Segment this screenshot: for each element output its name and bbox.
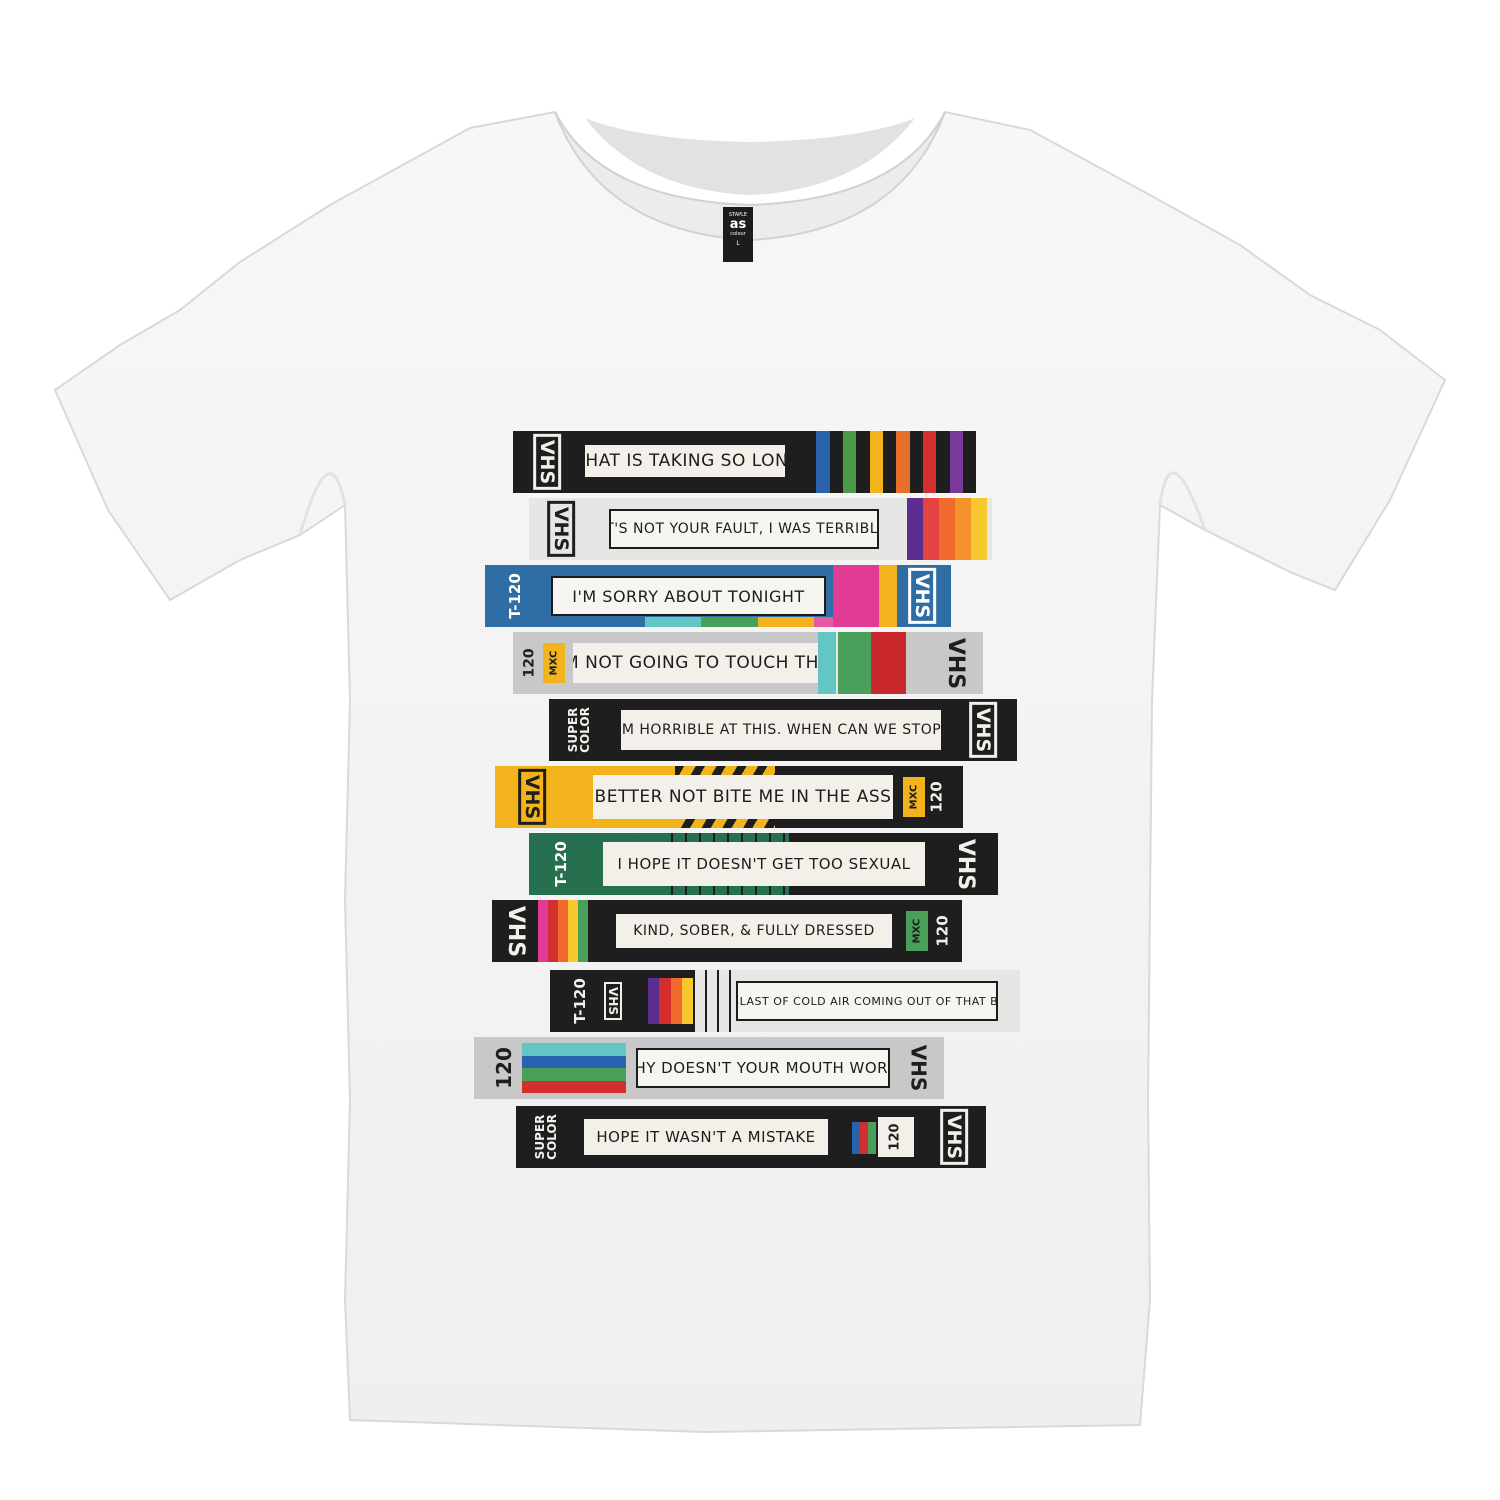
- pinstripes: [695, 970, 735, 1032]
- vhs-logo: VHS: [537, 498, 585, 560]
- tape-label: I'M HORRIBLE AT THIS. WHEN CAN WE STOP?: [621, 710, 941, 750]
- vhs-tape-10: 120 WHY DOESN'T YOUR MOUTH WORK? VHS: [474, 1037, 944, 1099]
- stripe-green: [838, 632, 873, 694]
- tape-code: 120: [878, 1117, 914, 1157]
- tape-code: 120: [521, 648, 538, 678]
- stripe-pink: [833, 565, 879, 627]
- tape-label: A BLAST OF COLD AIR COMING OUT OF THAT B…: [736, 981, 998, 1021]
- stripe-teal: [818, 632, 836, 694]
- tape-label: I'M NOT GOING TO TOUCH THAT: [573, 643, 821, 683]
- vhs-logo: VHS: [523, 431, 571, 493]
- vhs-tape-5: SUPER COLOR I'M HORRIBLE AT THIS. WHEN C…: [549, 699, 1017, 761]
- tape-code: T-120: [505, 573, 524, 619]
- color-stripes: [522, 1043, 626, 1093]
- tape-label: KIND, SOBER, & FULLY DRESSED: [616, 914, 892, 948]
- tape-tag: MXC: [543, 643, 565, 683]
- vhs-logo: VHS: [953, 838, 979, 890]
- tape-code: T-120: [571, 978, 590, 1024]
- color-stripes: [538, 900, 588, 962]
- tape-code: 120: [934, 915, 952, 947]
- color-stripes: [803, 431, 963, 493]
- tape-code: 120: [928, 781, 946, 813]
- tape-code: T-120: [551, 841, 570, 887]
- vhs-tape-11: SUPER COLOR HOPE IT WASN'T A MISTAKE 120…: [516, 1106, 986, 1168]
- vhs-tape-7: T-120 I HOPE IT DOESN'T GET TOO SEXUAL V…: [529, 833, 998, 895]
- stripe-red: [871, 632, 906, 694]
- vhs-tape-9: T-120 VHS A BLAST OF COLD AIR COMING OUT…: [550, 970, 1020, 1032]
- tape-tag: MXC: [903, 777, 925, 817]
- color-stripes: [907, 498, 987, 560]
- vhs-tape-6: VHS BETTER NOT BITE ME IN THE ASS 120 MX…: [495, 766, 963, 828]
- tape-label: I'M SORRY ABOUT TONIGHT: [551, 576, 826, 616]
- tape-code: 120: [492, 1047, 516, 1089]
- tape-brand: SUPER COLOR: [533, 1114, 559, 1160]
- vhs-logo: VHS: [598, 970, 628, 1032]
- vhs-logo: VHS: [906, 1044, 930, 1092]
- color-stripes: [648, 978, 693, 1024]
- vhs-tape-4: 120 MXC I'M NOT GOING TO TOUCH THAT VHS: [513, 632, 983, 694]
- stripe-yellow: [879, 565, 897, 627]
- tape-label: HOPE IT WASN'T A MISTAKE: [584, 1119, 828, 1155]
- tape-brand: SUPER COLOR: [566, 707, 592, 753]
- color-stripes: [852, 1122, 876, 1154]
- tape-label: IT'S NOT YOUR FAULT, I WAS TERRIBLE: [609, 509, 879, 549]
- neck-label-brand: as: [729, 217, 747, 232]
- neck-label-sub: colour: [730, 231, 746, 237]
- vhs-tape-1: VHS WHAT IS TAKING SO LONG: [513, 431, 976, 493]
- tape-tag: MXC: [906, 911, 928, 951]
- vhs-tape-8: VHS KIND, SOBER, & FULLY DRESSED MXC 120: [492, 900, 962, 962]
- vhs-logo: VHS: [503, 905, 529, 957]
- tape-label: BETTER NOT BITE ME IN THE ASS: [593, 775, 893, 819]
- neck-label-size: L: [736, 240, 740, 247]
- vhs-logo: VHS: [943, 637, 969, 689]
- vhs-logo: VHS: [897, 565, 947, 627]
- tape-label: WHY DOESN'T YOUR MOUTH WORK?: [636, 1048, 890, 1088]
- vhs-tape-3: T-120 I'M SORRY ABOUT TONIGHT VHS: [485, 565, 951, 627]
- tape-label: WHAT IS TAKING SO LONG: [585, 445, 785, 477]
- vhs-logo: VHS: [926, 1106, 982, 1168]
- vhs-logo: VHS: [955, 699, 1011, 761]
- neck-label-text: STAPLE as colour L: [723, 212, 753, 247]
- tape-label: I HOPE IT DOESN'T GET TOO SEXUAL: [603, 842, 925, 886]
- vhs-tape-2: VHS IT'S NOT YOUR FAULT, I WAS TERRIBLE: [529, 498, 992, 560]
- vhs-logo: VHS: [507, 766, 557, 828]
